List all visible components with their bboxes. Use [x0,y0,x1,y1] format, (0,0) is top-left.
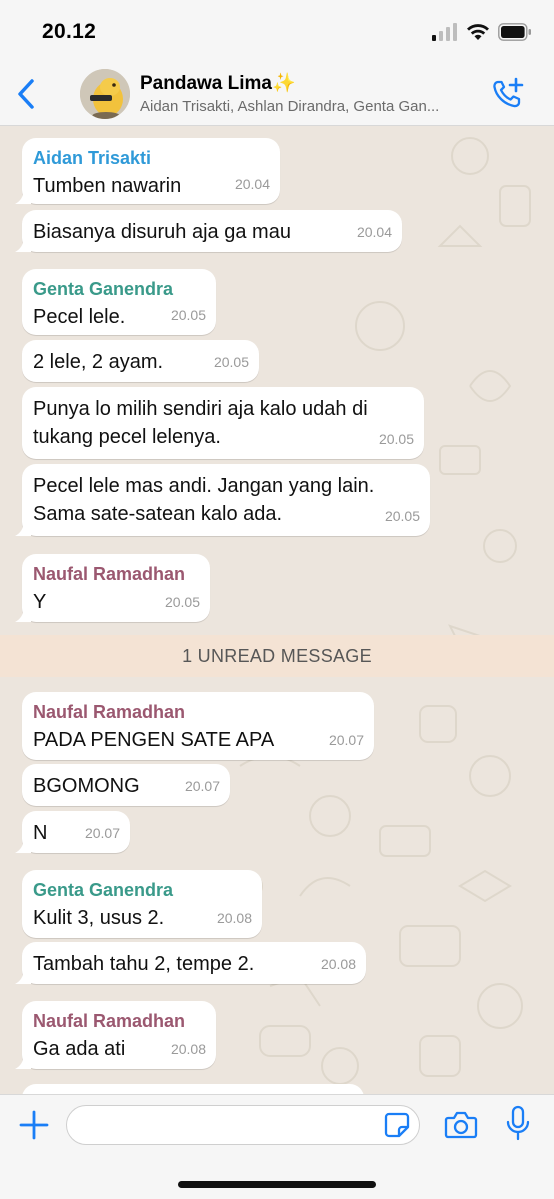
attach-button[interactable] [18,1109,50,1141]
message-bubble[interactable]: Punya lo milih sendiri aja kalo udah di … [22,387,424,459]
status-time: 20.12 [42,20,97,43]
camera-icon [444,1111,478,1139]
battery-icon [498,23,531,41]
home-indicator[interactable] [178,1181,376,1188]
message-bubble[interactable]: Naufal Ramadhan Y 20.05 [22,554,210,622]
message-time: 20.05 [384,508,420,524]
phone-plus-icon [493,77,524,108]
back-button[interactable] [12,76,42,112]
message-sender: Genta Ganendra [33,279,174,299]
message-text: 2 lele, 2 ayam. [33,351,164,373]
message-bubble[interactable]: N 20.07 [22,811,130,853]
add-call-button[interactable] [490,76,526,112]
voice-message-button[interactable] [506,1105,530,1143]
chat-subtitle[interactable]: Aidan Trisakti, Ashlan Dirandra, Genta G… [140,98,480,115]
message-bubble[interactable]: Tambah tahu 2, tempe 2. 20.08 [22,942,366,984]
sticker-button[interactable] [384,1112,410,1138]
message-time: 20.08 [170,1041,206,1057]
message-text: Tambah tahu 2, tempe 2. [33,953,255,975]
message-sender: Naufal Ramadhan [33,564,186,584]
message-time: 20.04 [356,224,392,240]
message-text: Biasanya disuruh aja ga mau [33,221,291,243]
message-bubble-partial[interactable] [22,1084,364,1094]
message-text: Pecel lele mas andi. Jangan yang lain. S… [33,475,375,525]
cellular-signal-icon [432,23,457,41]
message-bubble[interactable]: Pecel lele mas andi. Jangan yang lain. S… [22,464,430,536]
message-text: Y [33,591,47,613]
message-text: PADA PENGEN SATE APA [33,729,275,751]
message-bubble[interactable]: 2 lele, 2 ayam. 20.05 [22,340,259,382]
avatar-image [80,69,130,119]
message-time: 20.07 [84,825,120,841]
plus-icon [19,1110,49,1140]
message-text: Punya lo milih sendiri aja kalo udah di … [33,398,368,448]
message-bubble[interactable]: Naufal Ramadhan Ga ada ati 20.08 [22,1001,216,1069]
message-bubble[interactable]: Biasanya disuruh aja ga mau 20.04 [22,210,402,252]
message-sender: Naufal Ramadhan [33,1011,186,1031]
group-avatar[interactable] [80,69,130,119]
message-time: 20.08 [320,956,356,972]
message-text: N [33,822,48,844]
message-time: 20.05 [213,354,249,370]
message-time: 20.05 [378,431,414,447]
message-sender: Genta Ganendra [33,880,174,900]
message-bubble[interactable]: Naufal Ramadhan PADA PENGEN SATE APA 20.… [22,692,374,760]
message-bubble[interactable]: Aidan Trisakti Tumben nawarin 20.04 [22,138,280,204]
wifi-icon [467,24,489,40]
message-text: Ga ada ati [33,1038,126,1060]
chat-messages-area[interactable]: Aidan Trisakti Tumben nawarin 20.04 Bias… [0,126,554,1094]
status-bar: 20.12 [0,0,554,62]
message-text: Pecel lele. [33,306,126,328]
message-text: Kulit 3, usus 2. [33,907,165,929]
message-bubble[interactable]: BGOMONG 20.07 [22,764,230,806]
message-bubble[interactable]: Genta Ganendra Pecel lele. 20.05 [22,269,216,335]
message-time: 20.05 [164,594,200,610]
unread-messages-banner: 1 UNREAD MESSAGE [0,635,554,677]
microphone-icon [506,1105,530,1141]
message-bubble[interactable]: Genta Ganendra Kulit 3, usus 2. 20.08 [22,870,262,938]
message-time: 20.05 [170,307,206,323]
message-time: 20.07 [328,732,364,748]
message-text: BGOMONG [33,775,140,797]
message-text: Tumben nawarin [33,175,182,197]
chat-title[interactable]: Pandawa Lima✨ [140,71,296,95]
message-time: 20.08 [216,910,252,926]
message-time: 20.04 [234,176,270,192]
sticker-icon [384,1112,410,1138]
chevron-left-icon [18,79,34,109]
status-icons [432,22,532,42]
chat-header: Pandawa Lima✨ Aidan Trisakti, Ashlan Dir… [0,62,554,126]
message-time: 20.07 [184,778,220,794]
camera-button[interactable] [444,1109,478,1141]
message-sender: Naufal Ramadhan [33,702,186,722]
message-input[interactable] [66,1105,420,1145]
message-sender: Aidan Trisakti [33,148,152,168]
